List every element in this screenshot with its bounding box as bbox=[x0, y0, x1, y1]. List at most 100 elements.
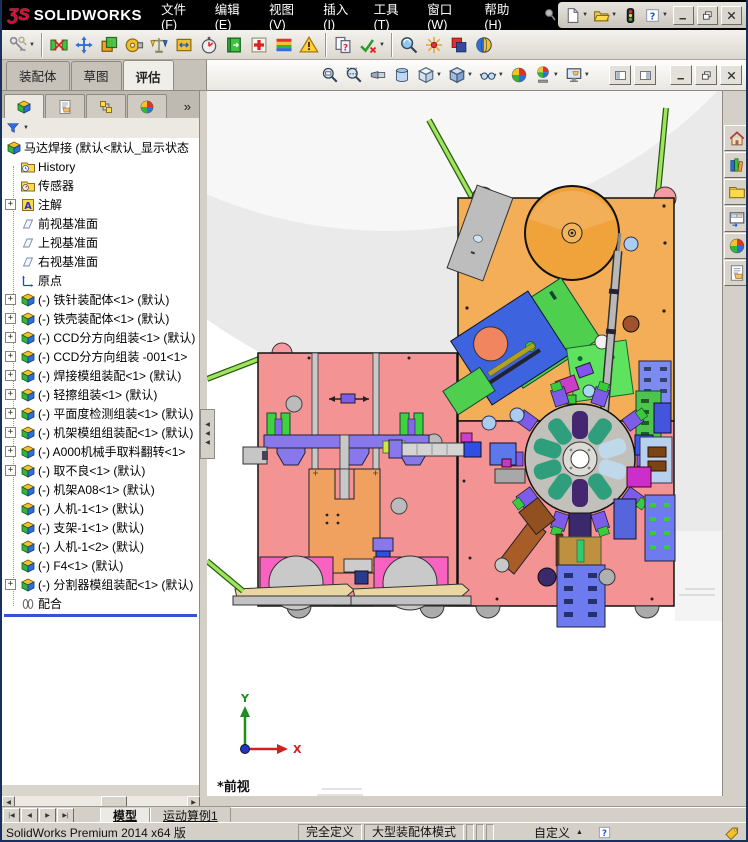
expand-toggle[interactable]: + bbox=[5, 332, 16, 343]
tree-item[interactable]: + (-) 取不良<1> (默认) bbox=[2, 461, 199, 480]
expand-toggle[interactable]: + bbox=[5, 351, 16, 362]
tree-item[interactable]: + (-) A000机械手取料翻转<1> bbox=[2, 442, 199, 461]
section-view-button[interactable] bbox=[391, 64, 413, 86]
doc-tab-1[interactable]: 运动算例1 bbox=[150, 807, 231, 823]
tree-item[interactable]: (-) 人机-1<2> (默认) bbox=[2, 537, 199, 556]
home-button[interactable] bbox=[723, 125, 746, 151]
help-button[interactable]: ▼ bbox=[642, 5, 670, 26]
tree-item[interactable]: History bbox=[2, 157, 199, 176]
tree-item[interactable]: + (-) 平面度检测组装<1> (默认) bbox=[2, 404, 199, 423]
section-properties-button[interactable] bbox=[172, 32, 196, 58]
expand-toggle[interactable]: + bbox=[5, 370, 16, 381]
assembly-xpert-button[interactable] bbox=[97, 32, 121, 58]
tab-nav-button[interactable]: |◀ bbox=[3, 807, 20, 823]
design-check-warning-button[interactable] bbox=[297, 32, 321, 58]
tab-2[interactable]: 评估 bbox=[122, 60, 174, 91]
tab-1[interactable]: 草图 bbox=[70, 61, 122, 90]
configuration-manager-tab[interactable] bbox=[86, 94, 126, 118]
tree-item[interactable]: + 注解 bbox=[2, 195, 199, 214]
tree-item[interactable]: + (-) 轻擦组装<1> (默认) bbox=[2, 385, 199, 404]
zoom-area-button[interactable] bbox=[343, 64, 365, 86]
edrawings-button[interactable] bbox=[472, 32, 496, 58]
design-library-button[interactable] bbox=[723, 152, 746, 178]
tree-item[interactable]: (-) F4<1> (默认) bbox=[2, 556, 199, 575]
curvature-button[interactable] bbox=[272, 32, 296, 58]
keys-button[interactable]: ▼ bbox=[6, 32, 37, 58]
expand-toggle[interactable]: + bbox=[5, 408, 16, 419]
search-pin-icon[interactable] bbox=[542, 7, 558, 23]
tag-icon[interactable] bbox=[724, 825, 740, 841]
tree-item[interactable]: 右视基准面 bbox=[2, 252, 199, 271]
appearances-button[interactable] bbox=[723, 233, 746, 259]
doc-minimize-button[interactable] bbox=[670, 65, 692, 85]
tree-item[interactable]: + (-) 铁壳装配体<1> (默认) bbox=[2, 309, 199, 328]
view-palette-button[interactable] bbox=[723, 206, 746, 232]
rollback-bar[interactable] bbox=[4, 614, 197, 617]
status-help-button[interactable] bbox=[597, 825, 612, 840]
performance-evaluation-button[interactable] bbox=[197, 32, 221, 58]
tree-item[interactable]: + (-) 焊接模组装配<1> (默认) bbox=[2, 366, 199, 385]
traffic-light-button[interactable] bbox=[620, 5, 641, 26]
new-document-button[interactable]: ▼ bbox=[562, 5, 590, 26]
filter-funnel-icon[interactable] bbox=[6, 121, 20, 135]
expand-toggle[interactable]: + bbox=[5, 294, 16, 305]
interference-detection-button[interactable] bbox=[47, 32, 71, 58]
tab-nav-button[interactable]: ◀ bbox=[21, 807, 38, 823]
custom-properties-button[interactable] bbox=[723, 260, 746, 286]
check-active-document-button[interactable]: ▼ bbox=[356, 32, 387, 58]
status-custom[interactable]: 自定义 ▲ bbox=[534, 824, 583, 840]
splitter-handle[interactable]: ◀ ◀ ◀ bbox=[200, 409, 215, 459]
doc-close-button[interactable] bbox=[720, 65, 742, 85]
expand-toggle[interactable]: + bbox=[5, 465, 16, 476]
zoom-fit-button[interactable] bbox=[319, 64, 341, 86]
graphics-viewport[interactable]: Y X *前视 bbox=[2, 0, 746, 796]
magnified-view-button[interactable] bbox=[397, 32, 421, 58]
display-manager-tab[interactable] bbox=[127, 94, 167, 118]
expand-toggle[interactable]: + bbox=[5, 427, 16, 438]
motion-overlap-button[interactable] bbox=[447, 32, 471, 58]
tree-item[interactable]: (-) 支架-1<1> (默认) bbox=[2, 518, 199, 537]
symmetry-check-button[interactable] bbox=[422, 32, 446, 58]
tree-item[interactable]: + (-) CCD分方向组装 -001<1> bbox=[2, 347, 199, 366]
window-close-button[interactable] bbox=[721, 5, 742, 25]
tab-nav-button[interactable]: ▶| bbox=[57, 807, 74, 823]
tree-item[interactable]: + (-) 机架模组组装配<1> (默认) bbox=[2, 423, 199, 442]
edit-appearance-button[interactable] bbox=[508, 64, 530, 86]
doc-tab-0[interactable]: 模型 bbox=[100, 807, 151, 823]
mass-properties-button[interactable] bbox=[147, 32, 171, 58]
index-dial[interactable] bbox=[524, 403, 636, 515]
filter-dropdown-arrow[interactable]: ▼ bbox=[23, 125, 29, 131]
tree-item[interactable]: (-) 机架A08<1> (默认) bbox=[2, 480, 199, 499]
tree-item[interactable]: 马达焊接 (默认<默认_显示状态 bbox=[2, 138, 199, 157]
view-settings-button[interactable]: ▼ bbox=[563, 64, 592, 86]
display-style-button[interactable]: ▼ bbox=[446, 64, 475, 86]
assembly-graphics[interactable]: Y X *前视 bbox=[2, 0, 746, 796]
apply-scene-button[interactable]: ▼ bbox=[532, 64, 561, 86]
tree-item[interactable]: 前视基准面 bbox=[2, 214, 199, 233]
tree-item[interactable]: (-) 人机-1<1> (默认) bbox=[2, 499, 199, 518]
pane-left-button[interactable] bbox=[609, 65, 631, 85]
expand-toggle[interactable]: + bbox=[5, 579, 16, 590]
tree-item[interactable]: 传感器 bbox=[2, 176, 199, 195]
tree-item[interactable]: + (-) CCD分方向组装<1> (默认) bbox=[2, 328, 199, 347]
expand-toggle[interactable]: + bbox=[5, 313, 16, 324]
expand-toggle[interactable]: + bbox=[5, 446, 16, 457]
tab-nav-button[interactable]: ▶ bbox=[39, 807, 56, 823]
window-restore-button[interactable] bbox=[697, 5, 718, 25]
open-document-button[interactable]: ▼ bbox=[591, 5, 619, 26]
assembly-visualization-button[interactable] bbox=[222, 32, 246, 58]
solidworks-rx-button[interactable] bbox=[247, 32, 271, 58]
view-orientation-button[interactable]: ▼ bbox=[415, 64, 444, 86]
expand-toggle[interactable]: + bbox=[5, 199, 16, 210]
panel-expand-button[interactable]: » bbox=[178, 99, 197, 118]
previous-view-button[interactable] bbox=[367, 64, 389, 86]
feeder-disc[interactable] bbox=[524, 185, 620, 281]
expand-toggle[interactable]: + bbox=[5, 389, 16, 400]
tree-item[interactable]: + (-) 铁针装配体<1> (默认) bbox=[2, 290, 199, 309]
property-manager-tab[interactable] bbox=[45, 94, 85, 118]
hide-show-items-button[interactable]: ▼ bbox=[477, 64, 506, 86]
tree-item[interactable]: 原点 bbox=[2, 271, 199, 290]
tree-item[interactable]: 上视基准面 bbox=[2, 233, 199, 252]
pane-right-button[interactable] bbox=[634, 65, 656, 85]
tree-item[interactable]: + (-) 分割器模组装配<1> (默认) bbox=[2, 575, 199, 594]
